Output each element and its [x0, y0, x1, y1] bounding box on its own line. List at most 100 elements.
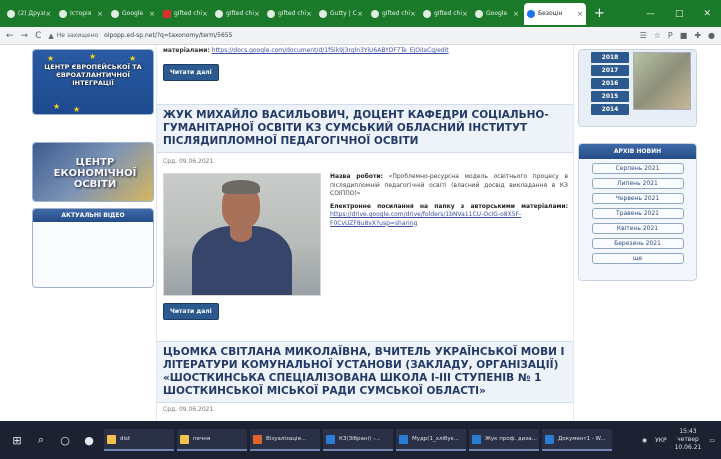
- tab-label: (2) Друзі: [18, 10, 46, 17]
- browser-tab[interactable]: Безоцін ×: [524, 2, 586, 25]
- browser-tab[interactable]: (2) Друзі ×: [4, 3, 54, 25]
- article-title[interactable]: ЦЬОМКА СВІТЛАНА МИКОЛАЇВНА, ВЧИТЕЛЬ УКРА…: [163, 346, 567, 398]
- archive-month-button[interactable]: Травень 2021: [591, 208, 684, 219]
- extension-puzzle-icon[interactable]: ✚: [694, 31, 701, 40]
- taskbar-app-label: Мудр(1_хлібує...: [412, 436, 459, 442]
- taskbar-app[interactable]: dist: [104, 429, 174, 451]
- taskbar-app[interactable]: Документ1 - W...: [542, 429, 612, 451]
- close-tab-icon[interactable]: ×: [202, 10, 208, 18]
- eu-star-icon: ★: [89, 52, 97, 61]
- work-description: Назва роботи: «Проблемно-ресурсна модель…: [330, 173, 568, 199]
- close-tab-icon[interactable]: ×: [513, 10, 519, 18]
- archive-month-button[interactable]: Березень 2021: [591, 238, 684, 249]
- chrome-icon[interactable]: ●: [80, 434, 98, 447]
- taskbar-apps: dist печня Візуалізація... КЗ(Зібрані) -...…: [104, 429, 615, 451]
- profile-avatar-icon[interactable]: ●: [708, 31, 715, 40]
- app-icon: [399, 434, 408, 444]
- extension-square-icon[interactable]: ■: [680, 31, 688, 40]
- search-icon[interactable]: ⌕: [32, 433, 50, 447]
- taskbar-app[interactable]: Візуалізація...: [250, 429, 320, 451]
- network-icon[interactable]: ◉: [642, 437, 647, 444]
- archive-month-button[interactable]: Липень 2021: [591, 178, 684, 189]
- site-favicon: [371, 9, 379, 18]
- eu-integration-banner[interactable]: ★ ★ ★ ★ ★ ЦЕНТР ЄВРОПЕЙСЬКОЇ ТА ЄВРОАТЛА…: [32, 49, 154, 115]
- close-window-button[interactable]: ✕: [703, 9, 711, 19]
- archive-month-button[interactable]: ще: [591, 253, 684, 264]
- archive-month-button[interactable]: Квітень 2021: [591, 223, 684, 234]
- close-tab-icon[interactable]: ×: [254, 10, 260, 18]
- snippet-link[interactable]: https://docs.google.com/document/d/1fSik…: [212, 47, 449, 54]
- app-icon: [326, 434, 335, 444]
- taskbar-app[interactable]: КЗ(Зібрані) -...: [323, 429, 393, 451]
- article-title[interactable]: ЖУК МИХАЙЛО ВАСИЛЬОВИЧ, ДОЦЕНТ КАФЕДРИ С…: [163, 109, 567, 148]
- archive-month-button[interactable]: Серпень 2021: [591, 163, 684, 174]
- browser-tab[interactable]: Google ×: [472, 3, 522, 25]
- browser-tab[interactable]: Gutty | C ×: [316, 3, 366, 25]
- site-favicon: [215, 9, 223, 18]
- read-more-button[interactable]: Читати далі: [163, 303, 219, 320]
- taskbar-app[interactable]: Жук проф. диза...: [469, 429, 539, 451]
- extension-toolbar: ☰ ☆ P ■ ✚ ●: [640, 31, 715, 40]
- facebook-favicon: [7, 9, 15, 18]
- app-icon: [180, 434, 189, 444]
- youtube-favicon: [163, 9, 171, 18]
- star-icon[interactable]: ☆: [654, 31, 661, 40]
- url-text[interactable]: oipopp.ed-sp.net/?q=taxonomy/term/5655: [104, 32, 232, 39]
- reload-button[interactable]: C: [35, 31, 41, 41]
- extension-p-icon[interactable]: P: [668, 31, 673, 40]
- browser-tab[interactable]: gifted chi ×: [212, 3, 262, 25]
- browser-tab[interactable]: gifted chi ×: [264, 3, 314, 25]
- economic-education-banner[interactable]: ЦЕНТР ЕКОНОМІЧНОЇ ОСВІТИ: [32, 142, 154, 202]
- language-indicator[interactable]: УКР: [655, 437, 667, 444]
- year-link[interactable]: 2015: [591, 91, 629, 102]
- clock-time: 15:43: [679, 428, 697, 435]
- history-icon: [59, 9, 67, 18]
- back-button[interactable]: ←: [6, 31, 14, 41]
- clock[interactable]: 15:43 четвер 10.06.21: [675, 428, 702, 452]
- browser-tab[interactable]: Історія ×: [56, 3, 106, 25]
- close-tab-icon[interactable]: ×: [357, 10, 363, 18]
- new-tab-button[interactable]: +: [594, 6, 605, 21]
- eu-star-icon: ★: [73, 105, 81, 114]
- cortana-icon[interactable]: ○: [56, 434, 74, 447]
- archive-month-button[interactable]: Червень 2021: [591, 193, 684, 204]
- year-link[interactable]: 2016: [591, 78, 629, 89]
- work-label: Назва роботи:: [330, 173, 384, 180]
- taskbar-app[interactable]: Мудр(1_хлібує...: [396, 429, 466, 451]
- tab-label: Google: [122, 10, 144, 17]
- close-tab-icon[interactable]: ×: [306, 10, 312, 18]
- tab-label: gifted chi: [434, 10, 463, 17]
- taskbar-app-label: Жук проф. диза...: [485, 436, 537, 442]
- forward-button[interactable]: →: [21, 31, 29, 41]
- close-tab-icon[interactable]: ×: [97, 10, 103, 18]
- browser-tab[interactable]: Google ×: [108, 3, 158, 25]
- close-tab-icon[interactable]: ×: [149, 10, 155, 18]
- maximize-button[interactable]: □: [675, 9, 684, 19]
- windows-start-icon[interactable]: ⊞: [8, 434, 26, 447]
- year-link[interactable]: 2014: [591, 104, 629, 115]
- main-content: матеріалами: https://docs.google.com/doc…: [156, 45, 574, 421]
- url-field[interactable]: ▲ Не захищено oipopp.ed-sp.net/?q=taxono…: [48, 32, 639, 40]
- taskbar-app[interactable]: печня: [177, 429, 247, 451]
- browser-tab[interactable]: gifted chi ×: [368, 3, 418, 25]
- close-tab-icon[interactable]: ×: [45, 10, 51, 18]
- app-icon: [253, 434, 262, 444]
- notifications-icon[interactable]: ▭: [709, 437, 715, 444]
- menu-icon[interactable]: ☰: [640, 31, 647, 40]
- browser-tab[interactable]: gifted chi ×: [160, 3, 210, 25]
- materials-link-row: Електронне посилання на папку з авторськ…: [330, 203, 568, 229]
- close-tab-icon[interactable]: ×: [577, 10, 583, 18]
- article-date: Срд, 09.06.2021: [163, 406, 214, 413]
- close-tab-icon[interactable]: ×: [410, 10, 416, 18]
- year-link[interactable]: 2018: [591, 52, 629, 63]
- archive-title: АРХІВ НОВИН: [579, 144, 696, 159]
- window-controls: — □ ✕: [646, 9, 721, 19]
- close-tab-icon[interactable]: ×: [462, 10, 468, 18]
- year-link[interactable]: 2017: [591, 65, 629, 76]
- browser-tab[interactable]: gifted chi ×: [420, 3, 470, 25]
- minimize-button[interactable]: —: [646, 9, 655, 19]
- materials-link[interactable]: https://drive.google.com/drive/folders/1…: [330, 211, 521, 227]
- site-favicon: [267, 9, 275, 18]
- read-more-button[interactable]: Читати далі: [163, 64, 219, 81]
- article-header: ЖУК МИХАЙЛО ВАСИЛЬОВИЧ, ДОЦЕНТ КАФЕДРИ С…: [157, 104, 573, 153]
